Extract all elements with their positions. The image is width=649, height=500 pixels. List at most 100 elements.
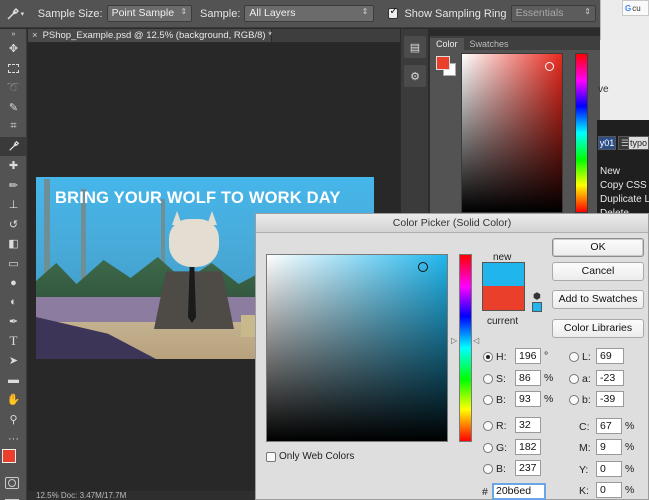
eyedropper-tool-icon[interactable] (0, 136, 27, 156)
lasso-tool-icon[interactable]: ➰ (0, 78, 27, 98)
extra-tools-icon[interactable]: ··· (0, 429, 27, 449)
current-color-swatch[interactable] (482, 286, 525, 311)
sample-size-select[interactable]: Point Sample ⇕ (106, 5, 193, 22)
side-app-menu-copy-css[interactable]: Copy CSS (600, 180, 647, 191)
magenta-unit: % (625, 441, 635, 453)
green-input[interactable]: 182 (515, 439, 541, 455)
cancel-button[interactable]: Cancel (552, 262, 644, 281)
clone-stamp-icon[interactable]: ⊥ (0, 195, 27, 215)
lab-a-radio[interactable] (569, 374, 579, 384)
web-safe-cube-icon[interactable]: ⬢ (533, 291, 541, 302)
side-app-tab-b[interactable]: typo (628, 136, 649, 150)
eyedropper-icon[interactable]: ▾ (0, 3, 30, 25)
tab-swatches[interactable]: Swatches (464, 38, 515, 50)
hue-slider-right-arrow-icon[interactable]: ◁ (473, 336, 479, 345)
add-to-swatches-button[interactable]: Add to Swatches (552, 290, 644, 309)
tools-panel: » ✥ ➰ ✎ ⌗ ✚ ✏ ⊥ ↺ ◧ ▭ ● ◐ ✒ T ➤ ▬ ✋ ⚲ ··… (0, 29, 27, 500)
move-tool-icon[interactable]: ✥ (0, 39, 27, 59)
crop-tool-icon[interactable]: ⌗ (0, 117, 27, 137)
magenta-input[interactable]: 9 (596, 439, 622, 455)
panel-foreground-swatch[interactable] (436, 56, 450, 70)
sample-select[interactable]: All Layers ⇕ (244, 5, 374, 22)
lab-l-label: L: (582, 351, 591, 363)
side-app-tab-a[interactable]: y01 (598, 136, 616, 150)
color-field-marker[interactable] (418, 262, 428, 272)
brightness-radio[interactable] (483, 395, 493, 405)
healing-brush-icon[interactable]: ✚ (0, 156, 27, 176)
hue-input[interactable]: 196 (515, 348, 541, 364)
sample-size-label: Sample Size: (37, 7, 103, 20)
properties-panel-icon[interactable]: ⚙ (404, 65, 426, 87)
foreground-color-swatch[interactable] (2, 449, 16, 463)
eraser-tool-icon[interactable]: ◧ (0, 234, 27, 254)
tab-color[interactable]: Color (430, 38, 464, 50)
dodge-tool-icon[interactable]: ◐ (0, 293, 27, 313)
blue-radio[interactable] (483, 464, 493, 474)
quick-mask-icon[interactable] (5, 477, 19, 489)
lab-l-input[interactable]: 69 (596, 348, 624, 364)
browser-tab[interactable]: G cu (622, 0, 649, 16)
panel-dock-strip: ▤ ⚙ (400, 29, 428, 219)
saturation-unit: % (544, 372, 554, 384)
brightness-label: B: (496, 394, 506, 406)
side-app-menu-duplicate[interactable]: Duplicate L (600, 194, 649, 205)
quick-selection-icon[interactable]: ✎ (0, 98, 27, 118)
side-app-text: ve (598, 84, 609, 95)
color-field[interactable] (266, 254, 448, 442)
document-tab[interactable]: × PShop_Example.psd @ 12.5% (background,… (28, 29, 272, 42)
side-app-menu-new[interactable]: New (600, 166, 620, 177)
red-radio[interactable] (483, 421, 493, 431)
type-tool-icon[interactable]: T (0, 332, 27, 352)
workspace-select[interactable]: Essentials ⇕ (510, 5, 596, 22)
pen-tool-icon[interactable]: ✒ (0, 312, 27, 332)
color-libraries-button[interactable]: Color Libraries (552, 319, 644, 338)
hue-slider-left-arrow-icon[interactable]: ▷ (451, 336, 457, 345)
green-radio[interactable] (483, 443, 493, 453)
cyan-input[interactable]: 67 (596, 418, 622, 434)
blue-input[interactable]: 237 (515, 460, 541, 476)
hex-input[interactable]: 20b6ed (492, 483, 546, 500)
cyan-label: C: (579, 421, 590, 433)
history-brush-icon[interactable]: ↺ (0, 215, 27, 235)
saturation-input[interactable]: 86 (515, 370, 541, 386)
lab-a-input[interactable]: -23 (596, 370, 624, 386)
hue-radio[interactable] (483, 352, 493, 362)
side-app-light-area (600, 40, 649, 120)
only-web-colors-checkbox[interactable] (266, 452, 276, 462)
marquee-tool-icon[interactable] (0, 59, 27, 79)
blur-tool-icon[interactable]: ● (0, 273, 27, 293)
color-panel: Color Swatches (429, 36, 600, 216)
color-panel-tabs: Color Swatches (430, 36, 600, 50)
black-input[interactable]: 0 (596, 482, 622, 498)
red-input[interactable]: 32 (515, 417, 541, 433)
red-label: R: (496, 420, 507, 432)
brightness-input[interactable]: 93 (515, 391, 541, 407)
web-safe-swatch[interactable] (532, 302, 542, 312)
shape-tool-icon[interactable]: ▬ (0, 371, 27, 391)
document-tab-title: PShop_Example.psd @ 12.5% (background, R… (42, 30, 272, 41)
lab-l-radio[interactable] (569, 352, 579, 362)
blue-label: B: (496, 463, 506, 475)
lab-a-label: a: (582, 373, 591, 385)
chevron-updown-icon: ⇕ (180, 7, 188, 16)
sampling-ring-label: Show Sampling Ring (404, 7, 507, 20)
chevron-updown-icon: ⇕ (361, 7, 369, 16)
history-panel-icon[interactable]: ▤ (404, 36, 426, 58)
lab-b-input[interactable]: -39 (596, 391, 624, 407)
sampling-ring-checkbox[interactable] (387, 6, 399, 19)
saturation-radio[interactable] (483, 374, 493, 384)
path-selection-icon[interactable]: ➤ (0, 351, 27, 371)
toolbar-collapse-icon[interactable]: » (0, 29, 27, 39)
lab-b-radio[interactable] (569, 395, 579, 405)
zoom-tool-icon[interactable]: ⚲ (0, 410, 27, 430)
hand-tool-icon[interactable]: ✋ (0, 390, 27, 410)
gradient-tool-icon[interactable]: ▭ (0, 254, 27, 274)
close-tab-icon[interactable]: × (32, 30, 38, 41)
hue-slider[interactable] (459, 254, 472, 442)
brush-tool-icon[interactable]: ✏ (0, 176, 27, 196)
options-bar: ▾ Sample Size: Point Sample ⇕ Sample: All… (0, 0, 600, 28)
color-panel-hue-slider[interactable] (575, 53, 588, 213)
yellow-input[interactable]: 0 (596, 461, 622, 477)
ok-button[interactable]: OK (552, 238, 644, 257)
color-panel-field[interactable] (461, 53, 563, 213)
